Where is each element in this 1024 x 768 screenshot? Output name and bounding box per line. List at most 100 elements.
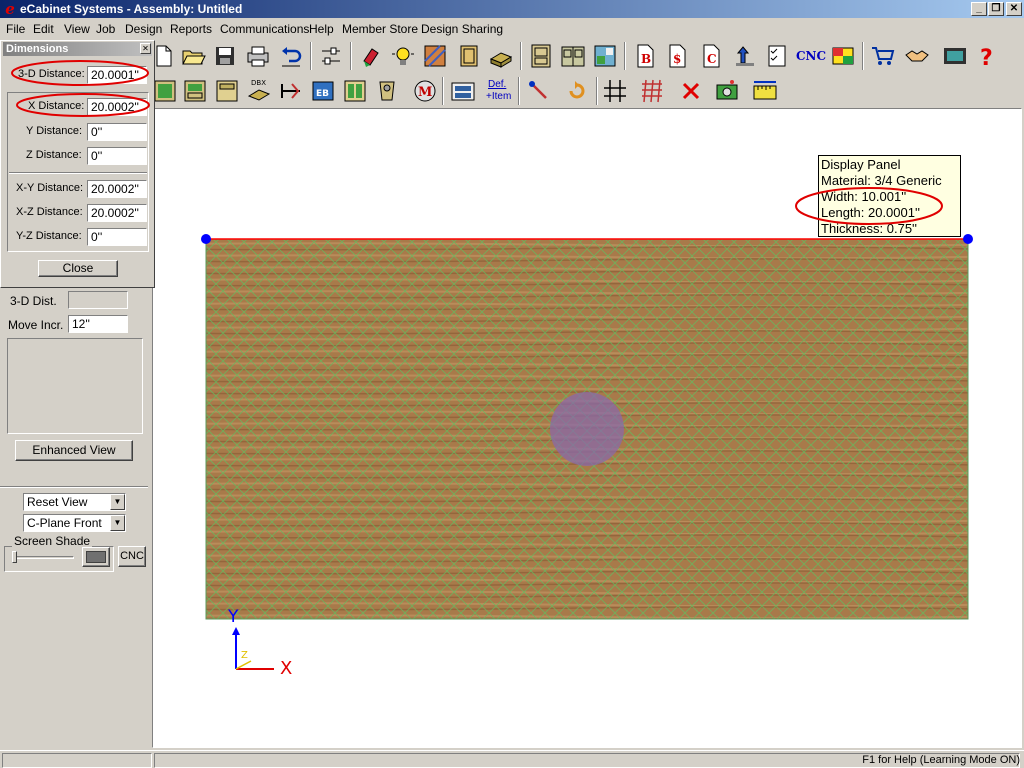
help-question-icon[interactable]: ? (972, 41, 1002, 71)
dialog-close-button[interactable]: Close (38, 260, 118, 277)
svg-text:EB: EB (316, 89, 329, 99)
svg-text:C: C (707, 52, 717, 66)
dimensions-dialog-title: Dimensions (3, 42, 152, 56)
cabinet-icon[interactable] (526, 41, 556, 71)
open-folder-icon[interactable] (178, 41, 208, 71)
status-bar: F1 for Help (Learning Mode ON) (0, 750, 1024, 768)
checklist-icon[interactable] (762, 41, 792, 71)
chevron-down-icon[interactable]: ▼ (110, 494, 125, 510)
default-item-button[interactable]: Def. +Item (482, 76, 518, 106)
xy-distance-label: X-Y Distance: (16, 182, 84, 194)
restore-button[interactable]: ❐ (988, 2, 1004, 16)
undo-icon[interactable] (276, 41, 306, 71)
svg-text:B: B (641, 52, 651, 66)
close-icon[interactable]: ✕ (140, 43, 151, 54)
menu-reports[interactable]: Reports (170, 22, 212, 36)
cplane-select[interactable]: C-Plane Front ▼ (23, 514, 126, 532)
lighting-icon[interactable] (388, 41, 418, 71)
face-frame-icon[interactable] (340, 76, 370, 106)
default-item-label-1: Def. (488, 79, 507, 90)
menu-help[interactable]: Help (309, 22, 334, 36)
menu-design-sharing[interactable]: Design Sharing (421, 22, 503, 36)
hardware-icon[interactable] (372, 76, 402, 106)
svg-text:$: $ (673, 52, 681, 66)
minimize-button[interactable]: _ (971, 2, 987, 16)
view-select[interactable]: Reset View ▼ (23, 493, 126, 511)
tooltip-highlight-ellipse (795, 187, 943, 225)
yz-distance-field[interactable]: 0'' (87, 228, 147, 246)
xy-distance-field[interactable]: 20.0002'' (87, 180, 147, 198)
shade-slider-thumb[interactable] (12, 551, 17, 563)
shade-slider-track[interactable] (12, 556, 74, 559)
cabinet-box-icon[interactable] (180, 76, 210, 106)
material-paint-icon[interactable] (356, 41, 386, 71)
video-icon[interactable] (940, 41, 970, 71)
status-help-text: F1 for Help (Learning Mode ON) (862, 754, 1020, 766)
machining-icon[interactable]: M (410, 76, 440, 106)
dist-label: 3-D Dist. (10, 294, 57, 308)
default-item-label-2: +Item (486, 91, 512, 102)
measure-arrows-icon[interactable] (276, 76, 306, 106)
menu-member-store[interactable]: Member Store (342, 22, 418, 36)
grid-pattern-icon[interactable] (637, 76, 667, 106)
ruler-measure-icon[interactable] (750, 76, 780, 106)
cnc-toolbar-button[interactable]: CNC (794, 41, 828, 71)
room-layout-icon[interactable] (590, 41, 620, 71)
door-style-icon[interactable] (454, 41, 484, 71)
move-increment-field[interactable]: 12'' (68, 315, 128, 333)
svg-text:M: M (418, 85, 432, 100)
hole-circle (550, 392, 624, 466)
edge-banding-icon[interactable]: EB (308, 76, 338, 106)
menu-communications[interactable]: Communications (220, 22, 309, 36)
z-distance-label: Z Distance: (26, 149, 82, 161)
save-disk-icon[interactable] (210, 41, 240, 71)
optimizer-icon[interactable] (828, 41, 858, 71)
grid-snap-icon[interactable] (600, 76, 630, 106)
select-pointer-icon[interactable] (524, 76, 554, 106)
chevron-down-icon[interactable]: ▼ (110, 515, 125, 531)
axis-indicator (232, 627, 274, 670)
export-icon[interactable] (730, 41, 760, 71)
display-panel[interactable] (205, 238, 969, 620)
dist-field[interactable] (68, 291, 128, 309)
enhanced-view-button[interactable]: Enhanced View (15, 440, 133, 461)
print-icon[interactable] (243, 41, 273, 71)
shade-color-button[interactable] (82, 547, 110, 567)
cnc-panel-button[interactable]: CNC (118, 546, 146, 567)
panel-block-icon[interactable] (486, 41, 516, 71)
menu-design[interactable]: Design (125, 22, 162, 36)
menu-job[interactable]: Job (96, 22, 115, 36)
z-distance-field[interactable]: 0'' (87, 147, 147, 165)
selection-handle-left[interactable] (201, 234, 211, 244)
move-increment-label: Move Incr. (8, 318, 64, 332)
xz-distance-field[interactable]: 20.0002'' (87, 204, 147, 222)
settings-sliders-icon[interactable] (316, 41, 346, 71)
texture-icon[interactable] (420, 41, 450, 71)
menu-view[interactable]: View (64, 22, 90, 36)
drawer-box-icon[interactable] (448, 76, 478, 106)
handshake-icon[interactable] (902, 41, 932, 71)
report-b-icon[interactable]: B (630, 41, 660, 71)
xz-distance-label: X-Z Distance: (16, 206, 83, 218)
y-distance-field[interactable]: 0'' (87, 123, 147, 141)
dbx-import-icon[interactable]: DBX (244, 76, 274, 106)
rotate-icon[interactable] (562, 76, 592, 106)
camera-icon[interactable] (712, 76, 742, 106)
shopping-cart-icon[interactable] (868, 41, 898, 71)
selection-handle-right[interactable] (963, 234, 973, 244)
menu-file[interactable]: File (6, 22, 25, 36)
cabinet-group-icon[interactable] (558, 41, 588, 71)
report-c-icon[interactable]: C (696, 41, 726, 71)
cplane-select-value: C-Plane Front (27, 516, 102, 530)
status-cell-left (2, 753, 152, 768)
menu-bar: File Edit View Job Design Reports Commun… (0, 19, 1024, 39)
menu-edit[interactable]: Edit (33, 22, 54, 36)
close-window-button[interactable]: ✕ (1006, 2, 1022, 16)
x-axis-label: X (280, 658, 293, 679)
view-select-value: Reset View (27, 495, 88, 509)
drawer-icon[interactable] (212, 76, 242, 106)
delete-x-icon[interactable] (676, 76, 706, 106)
report-cost-icon[interactable]: $ (662, 41, 692, 71)
y-axis-label: Y (228, 607, 239, 627)
svg-text:DBX: DBX (251, 79, 266, 87)
